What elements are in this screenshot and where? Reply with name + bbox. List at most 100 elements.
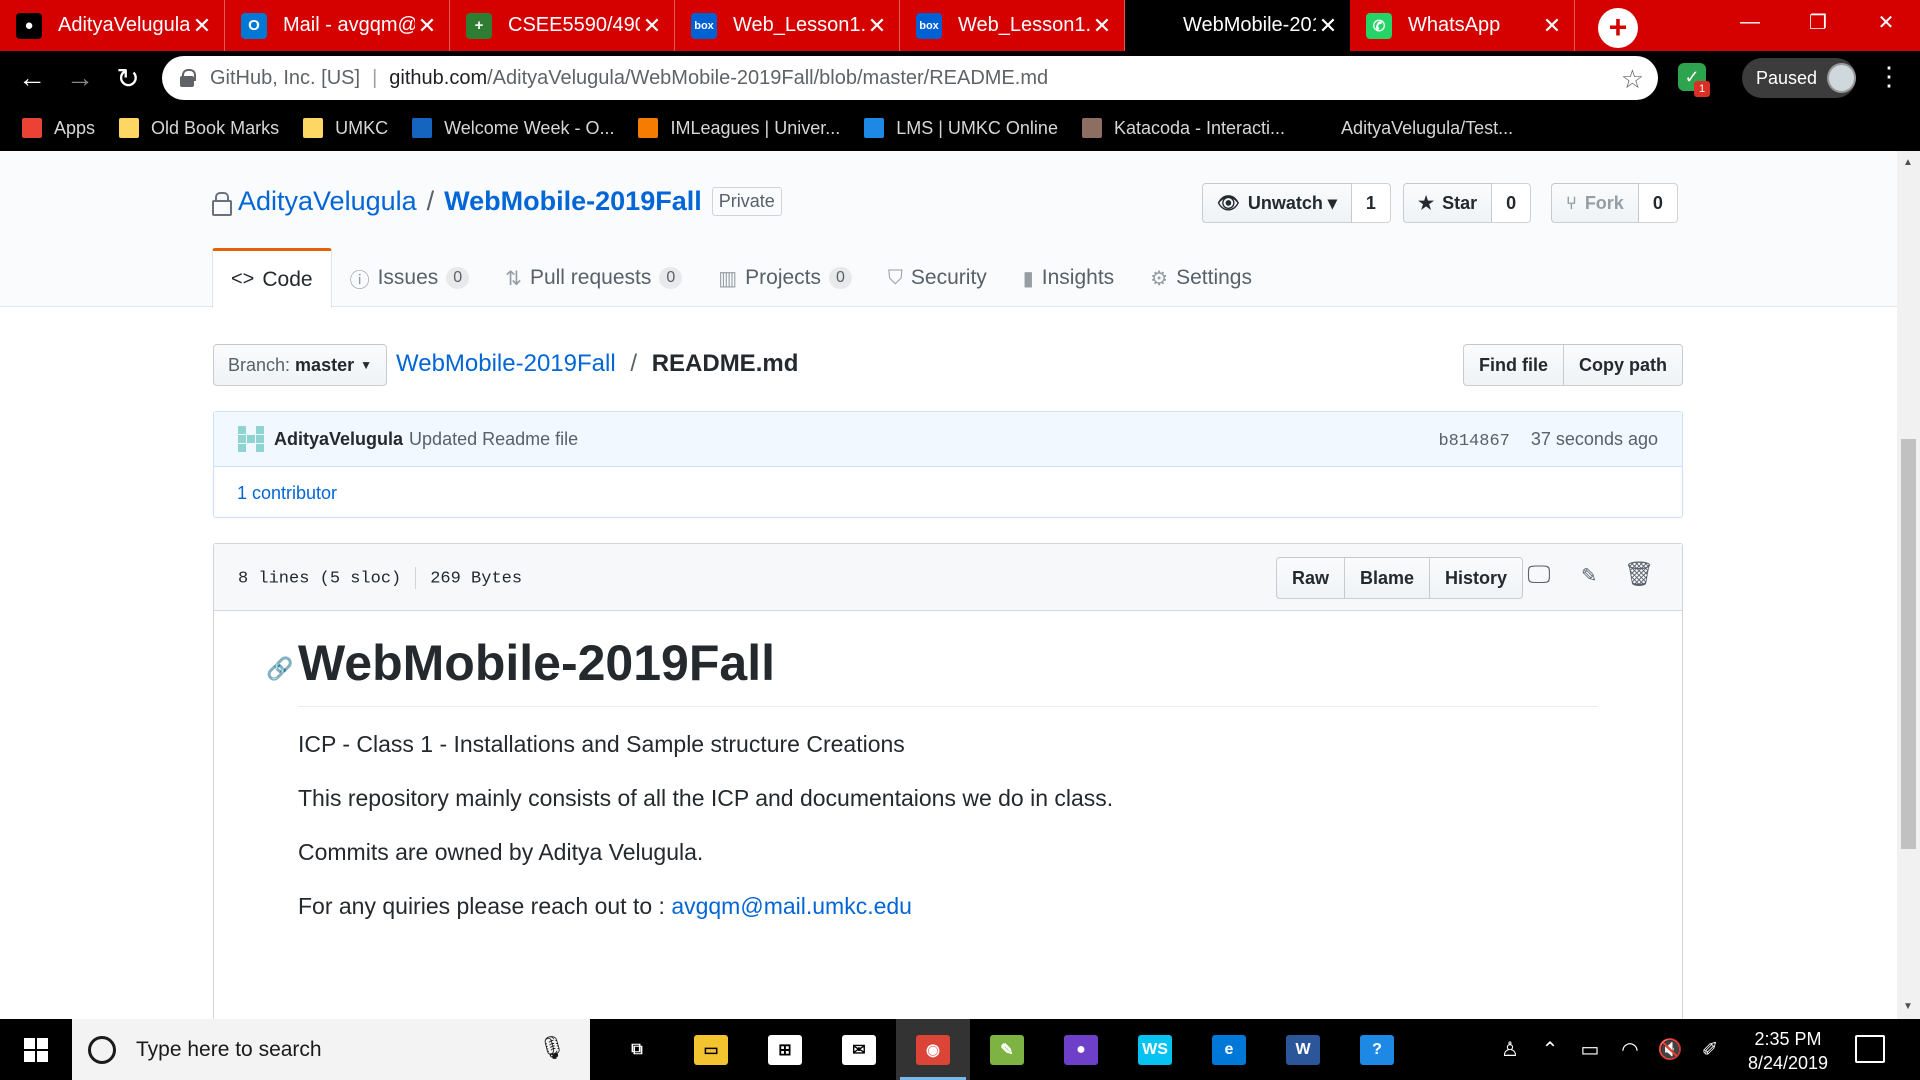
star-button[interactable]: ★ Star: [1403, 183, 1493, 223]
chevron-up-icon[interactable]: ⌃: [1530, 1037, 1570, 1062]
taskbar-app[interactable]: ✉: [822, 1019, 896, 1080]
commit-author[interactable]: AdityaVelugula: [274, 429, 403, 450]
bookmark-item[interactable]: LMS | UMKC Online: [864, 118, 1058, 139]
notification-icon[interactable]: [1855, 1035, 1885, 1063]
taskbar-app[interactable]: ⧉: [600, 1019, 674, 1080]
taskbar-app[interactable]: W: [1266, 1019, 1340, 1080]
new-tab-button[interactable]: +: [1598, 8, 1638, 48]
browser-tab[interactable]: + CSEE5590/490: V✕: [450, 0, 675, 51]
tab-settings[interactable]: ⚙ Settings: [1132, 248, 1270, 308]
people-icon[interactable]: ♙: [1490, 1037, 1530, 1062]
tab-issues[interactable]: ⓘ Issues 0: [332, 248, 488, 308]
taskbar-app[interactable]: ?: [1340, 1019, 1414, 1080]
close-icon[interactable]: ✕: [1316, 13, 1340, 39]
scroll-down-icon[interactable]: ▼: [1903, 1001, 1913, 1012]
branch-select-button[interactable]: Branch: master ▼: [213, 344, 387, 386]
back-button[interactable]: ←: [14, 61, 50, 95]
close-icon[interactable]: ✕: [190, 13, 214, 39]
raw-button[interactable]: Raw: [1276, 557, 1346, 599]
close-icon[interactable]: ✕: [1090, 13, 1114, 39]
close-icon[interactable]: ✕: [640, 13, 664, 39]
commit-sha[interactable]: b814867: [1438, 432, 1509, 451]
tab-projects[interactable]: ▥ Projects 0: [700, 248, 870, 308]
contact-email-link[interactable]: avgqm@mail.umkc.edu: [671, 893, 912, 919]
browser-tab[interactable]: box Web_Lesson1.pp✕: [900, 0, 1125, 51]
volume-muted-icon[interactable]: 🔇: [1650, 1037, 1690, 1062]
close-icon[interactable]: ✕: [1540, 13, 1564, 39]
taskbar-app[interactable]: ⊞: [748, 1019, 822, 1080]
address-bar[interactable]: GitHub, Inc. [US] | github.com/AdityaVel…: [162, 56, 1658, 100]
close-icon[interactable]: ✕: [865, 13, 889, 39]
minimize-button[interactable]: —: [1716, 0, 1784, 44]
bookmark-item[interactable]: Apps: [22, 118, 95, 139]
trash-icon[interactable]: 🗑: [1624, 562, 1654, 592]
fork-count[interactable]: 0: [1638, 183, 1678, 223]
bookmark-item[interactable]: Welcome Week - O...: [412, 118, 614, 139]
scroll-up-icon[interactable]: ▲: [1903, 157, 1913, 168]
bookmark-item[interactable]: UMKC: [303, 118, 388, 139]
outlook-icon: O: [241, 12, 267, 39]
browser-menu-icon[interactable]: ⋮: [1876, 61, 1902, 91]
forward-button[interactable]: →: [62, 61, 98, 95]
link-icon[interactable]: 🔗: [266, 656, 293, 682]
contributors-link[interactable]: 1 contributor: [214, 467, 1682, 520]
taskbar-app[interactable]: e: [1192, 1019, 1266, 1080]
fork-button[interactable]: ⑂ Fork: [1551, 183, 1639, 223]
browser-tab[interactable]: box Web_Lesson1.dc✕: [675, 0, 900, 51]
commit-message[interactable]: Updated Readme file: [409, 429, 578, 450]
taskbar-clock[interactable]: 2:35 PM 8/24/2019: [1730, 1027, 1846, 1075]
browser-tab[interactable]: ✆ WhatsApp ✕: [1350, 0, 1575, 51]
taskbar-app[interactable]: ▭: [674, 1019, 748, 1080]
repo-owner-link[interactable]: AdityaVelugula: [238, 186, 417, 217]
blame-button[interactable]: Blame: [1345, 557, 1431, 599]
bookmark-item[interactable]: Old Book Marks: [119, 118, 279, 139]
tab-pull-requests[interactable]: ⇅ Pull requests 0: [487, 248, 700, 308]
browser-tab[interactable]: ● AdityaVelugula/✕: [0, 0, 225, 51]
tab-insights[interactable]: ▮ Insights: [1005, 248, 1132, 308]
browser-tab[interactable]: WebMobile-201 ✕: [1125, 0, 1350, 51]
tab-label: Mail - avgqm@r: [283, 14, 415, 36]
profile-button[interactable]: Paused: [1742, 58, 1856, 98]
close-icon[interactable]: ✕: [415, 13, 439, 39]
bookmark-item[interactable]: AdityaVelugula/Test...: [1309, 118, 1513, 139]
start-button[interactable]: [0, 1019, 72, 1080]
star-label: Star: [1442, 192, 1478, 213]
window-close-button[interactable]: ✕: [1852, 0, 1920, 44]
pencil-icon[interactable]: ✎: [1574, 562, 1604, 592]
readme-content: 🔗 WebMobile-2019Fall ICP - Class 1 - Ins…: [266, 634, 1598, 947]
browser-tab[interactable]: O Mail - avgqm@r ✕: [225, 0, 450, 51]
taskbar-search[interactable]: Type here to search 🎙: [72, 1019, 590, 1080]
repo-title: AdityaVelugula / WebMobile-2019Fall Priv…: [212, 186, 782, 217]
copy-path-button[interactable]: Copy path: [1564, 344, 1683, 386]
find-file-button[interactable]: Find file: [1463, 344, 1564, 386]
page-scrollbar[interactable]: ▲ ▼: [1897, 151, 1920, 1019]
tab-code[interactable]: <> Code: [212, 248, 332, 308]
pen-icon[interactable]: ✐: [1690, 1037, 1730, 1062]
repo-name-link[interactable]: WebMobile-2019Fall: [444, 186, 702, 217]
window-controls: — ❐ ✕: [1716, 0, 1920, 44]
file-explorer-icon: ▭: [694, 1034, 728, 1065]
reload-button[interactable]: ↻: [110, 61, 146, 95]
star-count[interactable]: 0: [1492, 183, 1532, 223]
desktop-icon[interactable]: 🖵: [1524, 562, 1554, 592]
unwatch-count[interactable]: 1: [1351, 183, 1391, 223]
microphone-icon[interactable]: 🎙: [538, 1035, 566, 1061]
tab-security[interactable]: ⛉ Security: [870, 248, 1005, 308]
taskbar-app[interactable]: WS: [1118, 1019, 1192, 1080]
bookmark-star-icon[interactable]: ☆: [1621, 64, 1644, 95]
breadcrumb-repo-link[interactable]: WebMobile-2019Fall: [396, 350, 616, 377]
taskbar-app[interactable]: ✎: [970, 1019, 1044, 1080]
history-button[interactable]: History: [1430, 557, 1524, 599]
bookmark-item[interactable]: Katacoda - Interacti...: [1081, 118, 1285, 139]
file-navigation: Branch: master ▼ WebMobile-2019Fall / RE…: [213, 344, 1683, 386]
taskbar-app[interactable]: ●: [1044, 1019, 1118, 1080]
extension-badge: 1: [1694, 81, 1710, 97]
url-path: /AdityaVelugula/WebMobile-2019Fall/blob/…: [487, 66, 1049, 89]
battery-icon[interactable]: ▭: [1570, 1037, 1610, 1062]
bookmark-item[interactable]: IMLeagues | Univer...: [638, 118, 840, 139]
taskbar-app[interactable]: ◉: [896, 1019, 970, 1080]
restore-button[interactable]: ❐: [1784, 0, 1852, 44]
scrollbar-thumb[interactable]: [1901, 439, 1916, 849]
unwatch-button[interactable]: 👁 Unwatch ▾: [1202, 183, 1352, 223]
wifi-icon[interactable]: ◠: [1610, 1037, 1650, 1062]
